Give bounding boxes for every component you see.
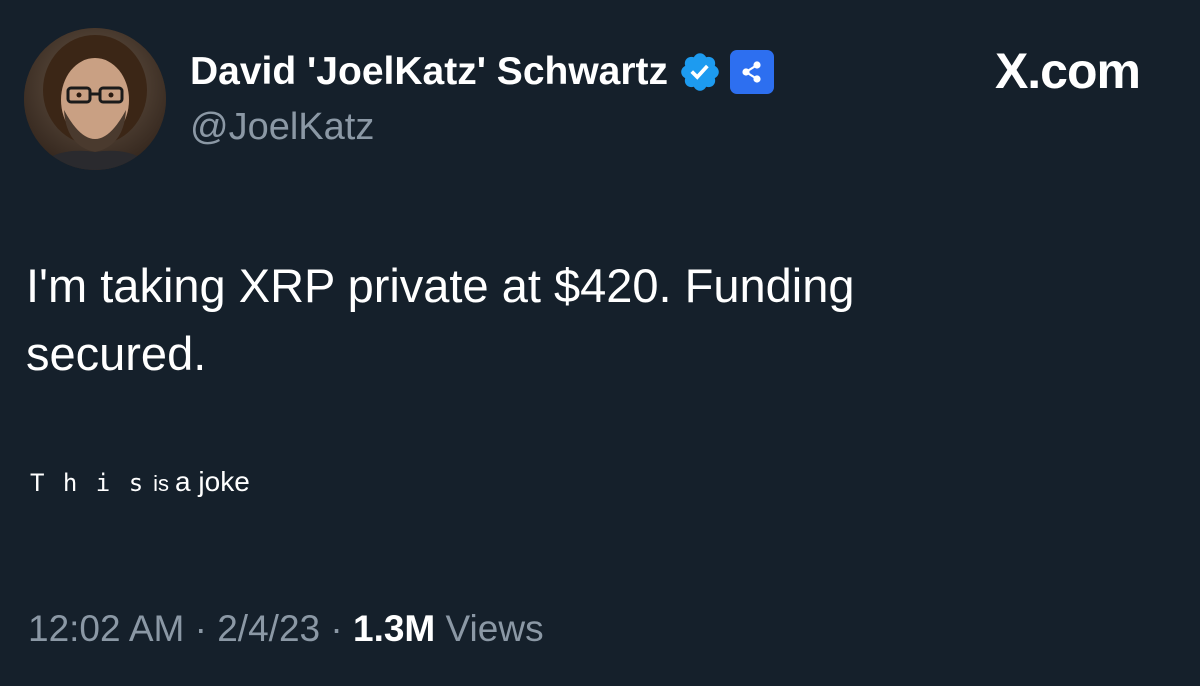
views-count[interactable]: 1.3M bbox=[353, 608, 435, 649]
tweet-meta: 12:02 AM · 2/4/23 · 1.3M Views bbox=[28, 608, 544, 650]
xrp-ledger-logo-icon[interactable] bbox=[730, 50, 775, 94]
views-label: Views bbox=[445, 608, 544, 649]
x-com-brand-label: X.com bbox=[994, 43, 1141, 99]
joke-rest-text: a joke bbox=[175, 466, 250, 497]
verified-check-icon[interactable] bbox=[678, 50, 722, 94]
avatar[interactable] bbox=[24, 28, 166, 170]
meta-separator: · bbox=[194, 608, 207, 649]
author-name-row: David 'JoelKatz' Schwartz bbox=[190, 44, 775, 100]
author-handle[interactable]: @JoelKatz bbox=[190, 106, 374, 149]
meta-separator: · bbox=[330, 608, 343, 649]
joke-spaced-text: T h i s bbox=[30, 469, 146, 497]
joke-small-text: is bbox=[153, 471, 170, 496]
tweet-text: I'm taking XRP private at $420. Funding … bbox=[26, 259, 855, 380]
tweet-time[interactable]: 12:02 AM bbox=[28, 608, 184, 649]
tweet-date[interactable]: 2/4/23 bbox=[217, 608, 320, 649]
joke-line: T h i s is a joke bbox=[30, 466, 250, 498]
display-name[interactable]: David 'JoelKatz' Schwartz bbox=[190, 50, 668, 94]
